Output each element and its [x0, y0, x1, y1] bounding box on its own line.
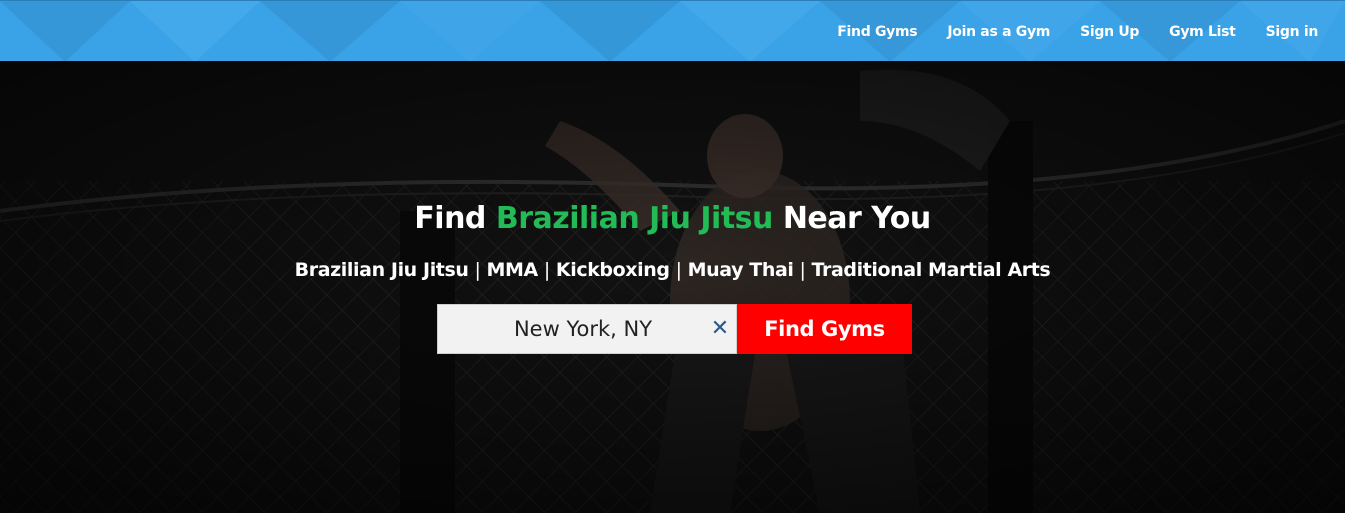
discipline-item: Muay Thai: [687, 259, 794, 281]
discipline-separator: |: [543, 259, 550, 281]
close-icon[interactable]: ✕: [708, 317, 732, 341]
nav-gym-list[interactable]: Gym List: [1154, 24, 1250, 40]
main-nav: Find Gyms Join as a Gym Sign Up Gym List…: [822, 1, 1333, 61]
headline-suffix: Near You: [782, 201, 931, 236]
nav-find-gyms[interactable]: Find Gyms: [822, 24, 932, 40]
discipline-item: Traditional Martial Arts: [811, 259, 1051, 281]
hero-section: Find Brazilian Jiu Jitsu Near You Brazil…: [0, 61, 1345, 513]
discipline-item: Brazilian Jiu Jitsu: [294, 259, 469, 281]
discipline-item: MMA: [486, 259, 539, 281]
headline-accent: Brazilian Jiu Jitsu: [495, 201, 774, 236]
nav-sign-in[interactable]: Sign in: [1251, 24, 1333, 40]
top-navbar: Find Gyms Join as a Gym Sign Up Gym List…: [0, 0, 1345, 61]
nav-join-as-gym[interactable]: Join as a Gym: [932, 24, 1065, 40]
discipline-separator: |: [799, 259, 806, 281]
discipline-separator: |: [675, 259, 682, 281]
nav-sign-up[interactable]: Sign Up: [1065, 24, 1154, 40]
location-input[interactable]: [438, 305, 708, 353]
hero-headline: Find Brazilian Jiu Jitsu Near You: [0, 201, 1345, 236]
find-gyms-button[interactable]: Find Gyms: [737, 304, 912, 354]
headline-prefix: Find: [414, 201, 486, 236]
location-field: ✕: [437, 304, 737, 354]
gym-search-form: ✕ Find Gyms: [437, 304, 912, 354]
disciplines-list: Brazilian Jiu Jitsu | MMA | Kickboxing | Muay …: [0, 259, 1345, 281]
hero-background-image: [0, 61, 1345, 513]
discipline-item: Kickboxing: [555, 259, 670, 281]
discipline-separator: |: [474, 259, 481, 281]
